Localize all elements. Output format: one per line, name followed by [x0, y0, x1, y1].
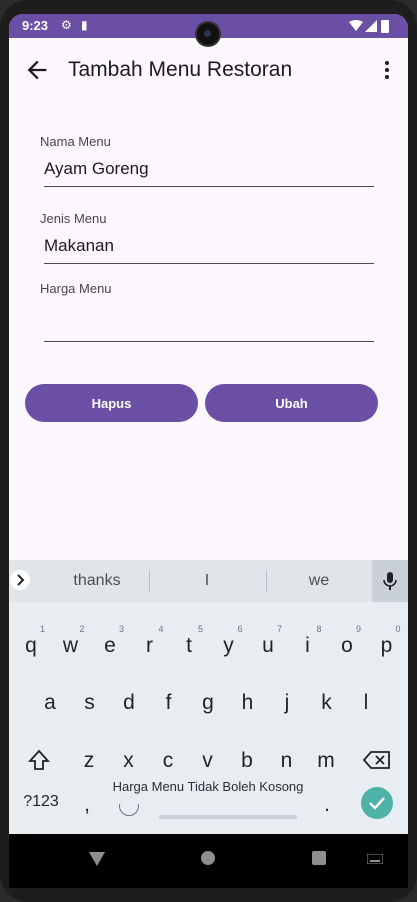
key-hint-2: 2: [79, 624, 85, 634]
key-o[interactable]: o: [332, 634, 362, 658]
key-y[interactable]: y: [214, 634, 244, 658]
backspace-icon[interactable]: [363, 751, 391, 769]
key-h[interactable]: h: [233, 691, 263, 715]
key-j[interactable]: j: [272, 691, 302, 715]
harga-menu-label: Harga Menu: [40, 281, 112, 296]
status-time: 9:23: [22, 18, 49, 33]
enter-button[interactable]: [361, 787, 393, 819]
spacebar[interactable]: [159, 815, 297, 819]
key-k[interactable]: k: [312, 691, 342, 715]
suggestion-divider: [266, 570, 267, 592]
key-l[interactable]: l: [351, 691, 381, 715]
symbols-key[interactable]: ?123: [19, 793, 63, 811]
keyboard-switch-icon[interactable]: [367, 854, 383, 864]
ubah-button[interactable]: Ubah: [205, 384, 378, 422]
nav-back-icon[interactable]: [89, 852, 105, 866]
nama-menu-label: Nama Menu: [40, 134, 111, 149]
expand-toolbar-icon[interactable]: [10, 570, 30, 590]
key-p[interactable]: p: [372, 634, 402, 658]
nav-home-icon[interactable]: [201, 851, 215, 865]
key-hint-1: 1: [40, 624, 46, 634]
key-u[interactable]: u: [253, 634, 283, 658]
battery-icon: [381, 20, 389, 33]
more-options-icon[interactable]: [379, 58, 395, 84]
jenis-menu-label: Jenis Menu: [40, 211, 107, 226]
key-hint-0: 0: [395, 624, 401, 634]
check-icon: [369, 797, 385, 810]
key-hint-4: 4: [158, 624, 164, 634]
suggestion-3[interactable]: we: [289, 572, 349, 590]
key-e[interactable]: e: [95, 634, 125, 658]
app-bar: Tambah Menu Restoran: [9, 38, 408, 100]
toast-message: Harga Menu Tidak Boleh Kosong: [88, 768, 328, 804]
key-q[interactable]: q: [16, 634, 46, 658]
sd-card-icon: ▮: [81, 18, 88, 32]
jenis-menu-input[interactable]: [44, 229, 374, 264]
suggestion-divider: [149, 570, 150, 592]
key-i[interactable]: i: [293, 634, 323, 658]
page-title: Tambah Menu Restoran: [68, 58, 293, 81]
key-g[interactable]: g: [193, 691, 223, 715]
key-hint-3: 3: [119, 624, 125, 634]
key-d[interactable]: d: [114, 691, 144, 715]
key-hint-5: 5: [198, 624, 204, 634]
key-w[interactable]: w: [56, 634, 86, 658]
key-hint-9: 9: [356, 624, 362, 634]
signal-icon: [365, 20, 377, 32]
microphone-icon: [383, 572, 397, 590]
nama-menu-input[interactable]: [44, 152, 374, 187]
harga-menu-input[interactable]: [44, 307, 374, 342]
navigation-bar: [9, 834, 408, 888]
suggestion-strip: thanks I we: [9, 560, 408, 602]
key-r[interactable]: r: [135, 634, 165, 658]
key-s[interactable]: s: [75, 691, 105, 715]
device-frame: 9:23 ⚙ ▮ Tambah Menu Restoran Nama Menu …: [0, 0, 417, 902]
key-t[interactable]: t: [174, 634, 204, 658]
key-hint-8: 8: [316, 624, 322, 634]
key-a[interactable]: a: [35, 691, 65, 715]
soft-keyboard: thanks I we q1w2e3r4t5y6u7i8o9p0 asdfghj…: [9, 560, 408, 834]
suggestion-1[interactable]: thanks: [59, 572, 135, 590]
suggestion-2[interactable]: I: [179, 572, 235, 590]
screen: 9:23 ⚙ ▮ Tambah Menu Restoran Nama Menu …: [9, 14, 408, 888]
nav-recents-icon[interactable]: [312, 851, 326, 865]
settings-icon: ⚙: [61, 18, 72, 32]
key-f[interactable]: f: [154, 691, 184, 715]
wifi-icon: [349, 20, 363, 31]
shift-icon[interactable]: [28, 749, 50, 771]
back-arrow-icon[interactable]: [23, 56, 51, 84]
hapus-button[interactable]: Hapus: [25, 384, 198, 422]
key-hint-7: 7: [277, 624, 283, 634]
voice-input-button[interactable]: [372, 560, 408, 602]
key-hint-6: 6: [237, 624, 243, 634]
